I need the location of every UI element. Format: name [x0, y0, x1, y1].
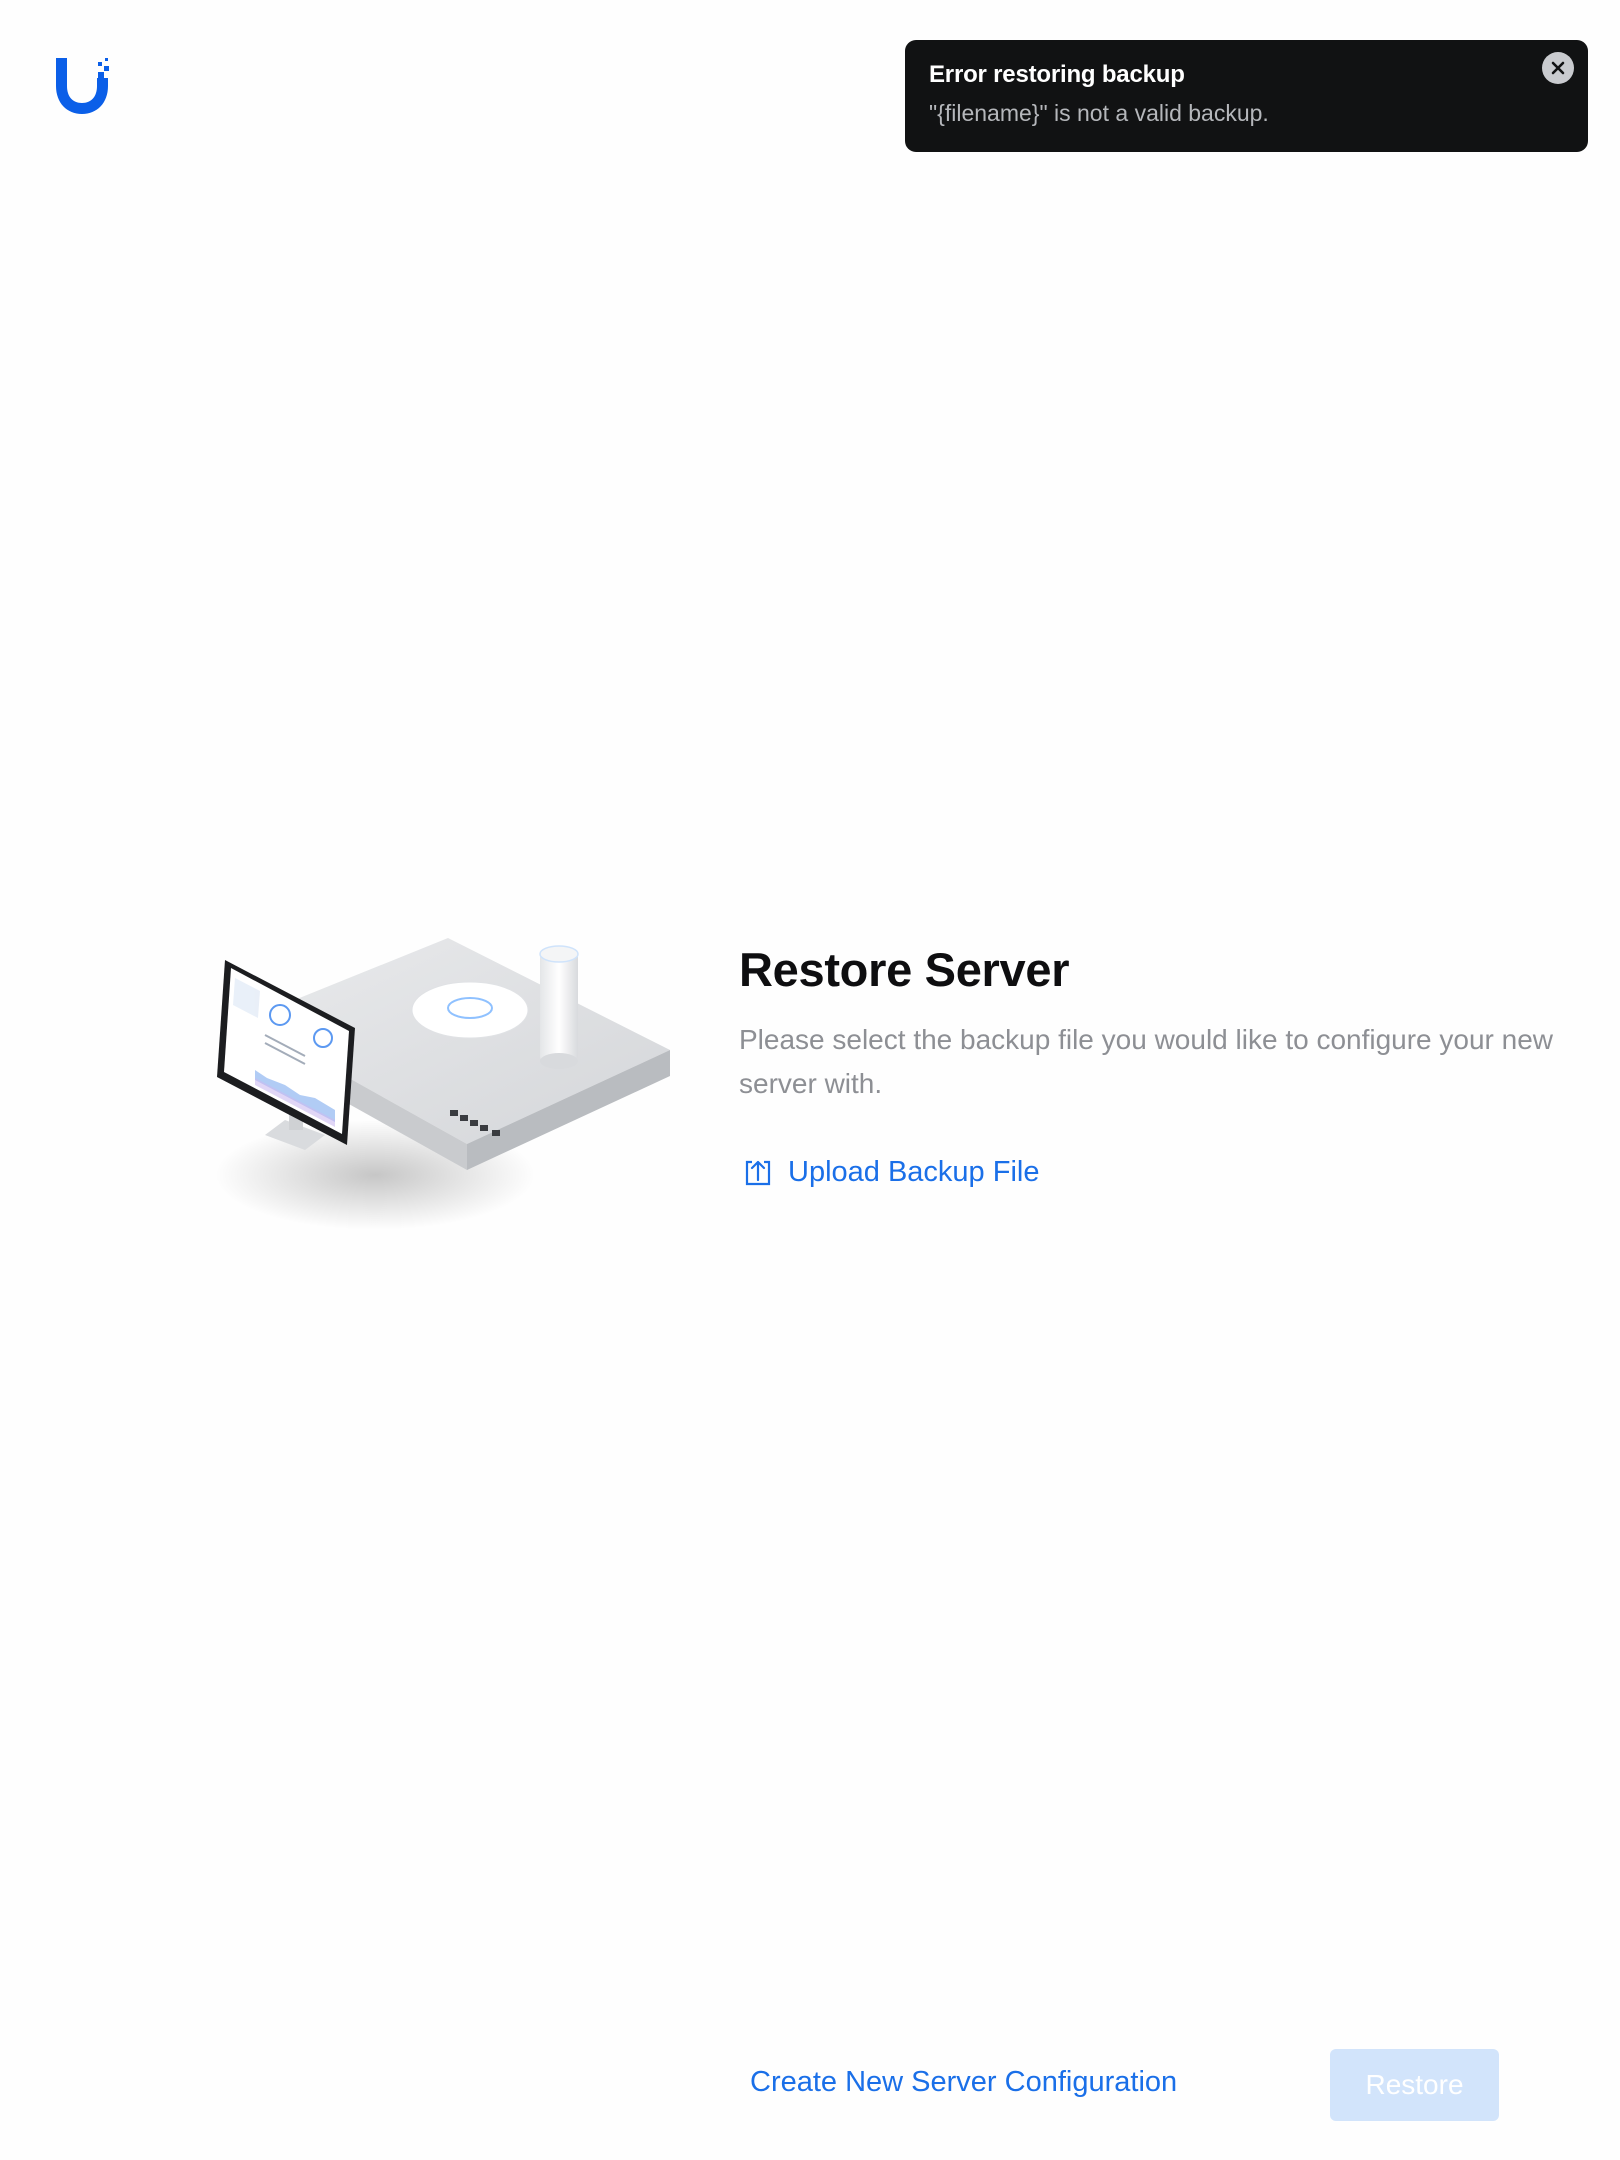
upload-icon [742, 1156, 774, 1188]
upload-backup-file-button[interactable]: Upload Backup File [742, 1152, 1039, 1192]
toast-close-button[interactable] [1542, 52, 1574, 84]
error-toast: Error restoring backup "{filename}" is n… [905, 40, 1588, 152]
upload-label: Upload Backup File [788, 1156, 1040, 1188]
page-title: Restore Server [739, 943, 1070, 996]
server-devices-illustration [205, 920, 695, 1240]
toast-message: "{filename}" is not a valid backup. [929, 100, 1269, 126]
ubiquiti-logo-icon [54, 56, 114, 116]
page-description: Please select the backup file you would … [739, 1024, 1554, 1099]
toast-title: Error restoring backup [929, 61, 1185, 88]
restore-button[interactable]: Restore [1330, 2049, 1499, 2121]
close-icon [1551, 61, 1565, 75]
create-new-server-configuration-link[interactable]: Create New Server Configuration [750, 2062, 1177, 2102]
